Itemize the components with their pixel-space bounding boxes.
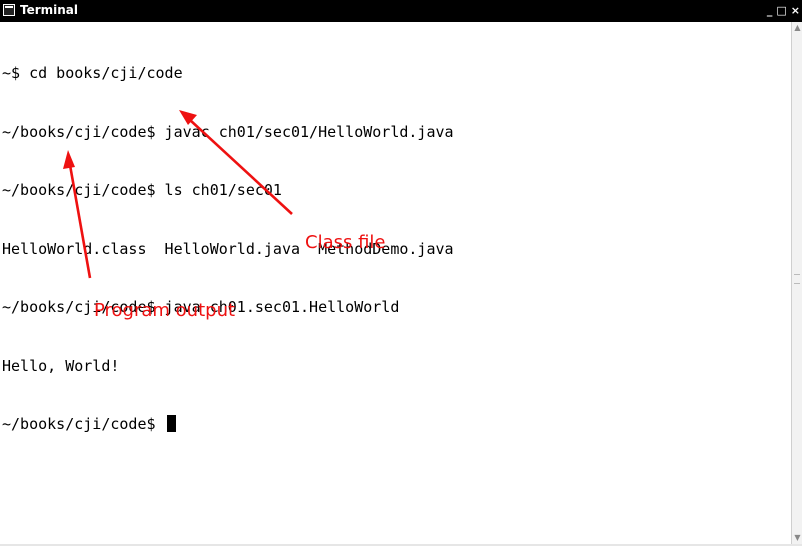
terminal-line: ~/books/cji/code$ javac ch01/sec01/Hello… — [2, 122, 454, 141]
terminal-line: HelloWorld.class HelloWorld.java MethodD… — [2, 239, 454, 258]
program-output-label: Program output — [94, 300, 236, 321]
prompt-line[interactable]: ~/books/cji/code$ — [2, 415, 788, 435]
vertical-scrollbar[interactable]: ▲ ▼ — [791, 22, 802, 544]
shell-prompt: ~/books/cji/code$ — [2, 415, 165, 433]
class-file-label: Class file — [305, 232, 386, 253]
maximize-button[interactable]: □ — [776, 4, 786, 18]
minimize-button[interactable]: _ — [767, 4, 773, 18]
title-bar[interactable]: Terminal _ □ × — [0, 0, 802, 22]
scroll-down-arrow-icon[interactable]: ▼ — [793, 533, 802, 543]
terminal-line: Hello, World! — [2, 356, 120, 375]
terminal-output[interactable]: ~$ cd books/cji/code ~/books/cji/code$ j… — [2, 25, 788, 540]
text-cursor — [166, 415, 176, 432]
terminal-icon — [3, 4, 15, 16]
window-controls: _ □ × — [767, 3, 800, 19]
scrollbar-grip[interactable] — [794, 274, 800, 284]
scroll-up-arrow-icon[interactable]: ▲ — [793, 23, 802, 33]
close-button[interactable]: × — [791, 4, 800, 18]
terminal-window: Terminal _ □ × ~$ cd books/cji/code ~/bo… — [0, 0, 802, 546]
window-title: Terminal — [20, 3, 79, 17]
terminal-line: ~/books/cji/code$ ls ch01/sec01 — [2, 181, 282, 199]
terminal-line: ~$ cd books/cji/code — [2, 64, 183, 82]
